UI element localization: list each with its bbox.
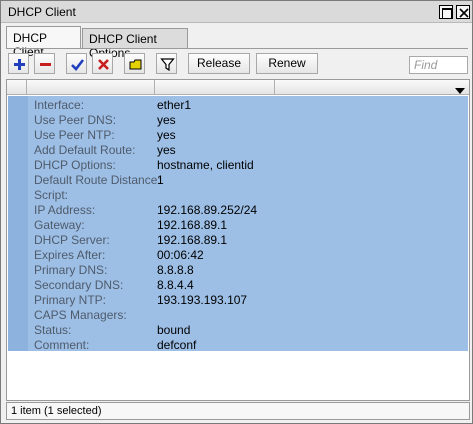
selected-item[interactable]: Interface: ether1 Use Peer DNS: yes Use Peer… — [8, 96, 468, 353]
comment-button[interactable] — [124, 53, 145, 74]
detail-label: Interface: — [34, 98, 85, 112]
row-marker — [8, 96, 28, 351]
toolbar: Release Renew — [6, 52, 468, 78]
detail-label: Primary NTP: — [34, 293, 106, 307]
tab-dhcp-client-options[interactable]: DHCP Client Options — [82, 28, 188, 60]
remove-button[interactable] — [34, 53, 55, 74]
tab-dhcp-client[interactable]: DHCP Client — [6, 26, 81, 59]
detail-row: DHCP Options: hostname, clientid — [34, 158, 464, 173]
tab-divider — [6, 48, 468, 49]
renew-button[interactable]: Renew — [256, 53, 318, 74]
status-bar: 1 item (1 selected) — [6, 402, 470, 420]
detail-label: Comment: — [34, 338, 90, 352]
detail-value: yes — [157, 113, 176, 127]
header-column-marker[interactable] — [7, 80, 27, 95]
detail-row: Default Route Distance: 1 — [34, 173, 464, 188]
list-header — [7, 80, 469, 95]
detail-row: Use Peer DNS: yes — [34, 113, 464, 128]
detail-row: Use Peer NTP: yes — [34, 128, 464, 143]
detail-row: Gateway: 192.168.89.1 — [34, 218, 464, 233]
add-icon — [14, 59, 25, 70]
detail-list: Interface: ether1 Use Peer DNS: yes Use Peer… — [6, 79, 470, 401]
detail-row: Comment: defconf — [34, 338, 464, 353]
release-button[interactable]: Release — [188, 53, 250, 74]
detail-value: 8.8.4.4 — [157, 278, 194, 292]
detail-label: Secondary DNS: — [34, 278, 124, 292]
add-button[interactable] — [8, 53, 29, 74]
detail-value: bound — [157, 323, 191, 337]
detail-row: Add Default Route: yes — [34, 143, 464, 158]
detail-label: Gateway: — [34, 218, 85, 232]
detail-row: Script: — [34, 188, 464, 203]
detail-value: 00:06:42 — [157, 248, 204, 262]
detail-row: Expires After: 00:06:42 — [34, 248, 464, 263]
detail-row: Interface: ether1 — [34, 98, 464, 113]
close-icon[interactable] — [456, 5, 470, 19]
detail-row: Primary NTP: 193.193.193.107 — [34, 293, 464, 308]
detail-label: DHCP Options: — [34, 158, 116, 172]
disable-button[interactable] — [92, 53, 113, 74]
detail-row: Secondary DNS: 8.8.4.4 — [34, 278, 464, 293]
detail-label: Use Peer DNS: — [34, 113, 117, 127]
detail-label: Default Route Distance: — [34, 173, 161, 187]
detail-value: ether1 — [157, 98, 192, 112]
detail-label: CAPS Managers: — [34, 308, 127, 322]
detail-value: hostname, clientid — [157, 158, 254, 172]
header-column-1[interactable] — [27, 80, 155, 95]
detail-value: yes — [157, 143, 176, 157]
filter-icon — [160, 58, 175, 72]
maximize-icon[interactable] — [439, 5, 453, 19]
detail-row: Primary DNS: 8.8.8.8 — [34, 263, 464, 278]
detail-label: Add Default Route: — [34, 143, 136, 157]
disable-icon — [98, 59, 109, 70]
detail-row: DHCP Server: 192.168.89.1 — [34, 233, 464, 248]
detail-value: 8.8.8.8 — [157, 263, 194, 277]
detail-value: 192.168.89.1 — [157, 218, 228, 232]
detail-label: Status: — [34, 323, 72, 337]
title-bar[interactable]: DHCP Client — [1, 1, 472, 23]
detail-label: Script: — [34, 188, 69, 202]
comment-icon — [129, 59, 142, 70]
find-input[interactable] — [409, 56, 468, 74]
detail-value: 192.168.89.252/24 — [157, 203, 258, 217]
remove-icon — [40, 63, 51, 66]
header-column-2[interactable] — [155, 80, 275, 95]
filter-button[interactable] — [156, 53, 177, 74]
detail-value: defconf — [157, 338, 197, 352]
enable-button[interactable] — [66, 53, 87, 74]
window-title: DHCP Client — [8, 5, 76, 19]
detail-value: 193.193.193.107 — [157, 293, 248, 307]
status-text: 1 item (1 selected) — [11, 405, 102, 417]
detail-row: Status: bound — [34, 323, 464, 338]
detail-row: CAPS Managers: — [34, 308, 464, 323]
dhcp-client-window: DHCP Client DHCP Client DHCP Client Opti… — [0, 0, 473, 424]
detail-row: IP Address: 192.168.89.252/24 — [34, 203, 464, 218]
detail-label: Use Peer NTP: — [34, 128, 115, 142]
detail-label: DHCP Server: — [34, 233, 110, 247]
detail-value: 1 — [157, 173, 164, 187]
detail-value: 192.168.89.1 — [157, 233, 228, 247]
detail-label: IP Address: — [34, 203, 96, 217]
tab-bar: DHCP Client DHCP Client Options — [6, 26, 466, 60]
detail-value: yes — [157, 128, 176, 142]
enable-icon — [71, 59, 85, 71]
detail-label: Expires After: — [34, 248, 106, 262]
detail-label: Primary DNS: — [34, 263, 108, 277]
